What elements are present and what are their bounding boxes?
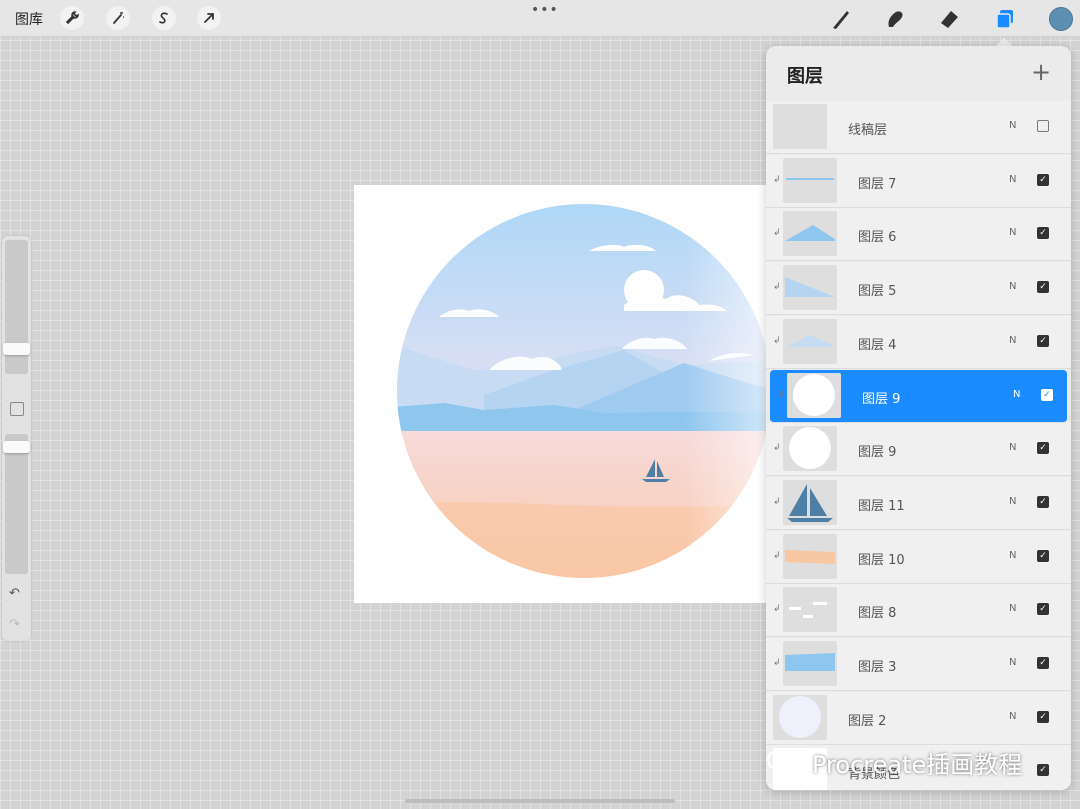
panel-title: 图层: [787, 66, 823, 87]
blend-mode-button[interactable]: N: [1009, 657, 1016, 668]
layer-row[interactable]: ↲ 图层 3 N ✓: [766, 638, 1071, 691]
layer-row[interactable]: ↲ 图层 5 N ✓: [766, 262, 1071, 316]
more-dots[interactable]: •••: [531, 2, 559, 18]
visibility-checkbox[interactable]: ✓: [1037, 227, 1049, 240]
layer-thumbnail[interactable]: [783, 211, 837, 257]
opacity-slider[interactable]: [5, 434, 28, 574]
layer-name: 图层 5: [858, 284, 897, 300]
gallery-button[interactable]: 图库: [15, 9, 43, 29]
blend-mode-button[interactable]: N: [1009, 174, 1016, 185]
blend-mode-button[interactable]: N: [1009, 496, 1016, 507]
layer-thumbnail[interactable]: [783, 479, 837, 525]
visibility-checkbox[interactable]: ✓: [1041, 388, 1053, 401]
blend-mode-button[interactable]: N: [1009, 711, 1016, 722]
blend-mode-button[interactable]: N: [1009, 442, 1016, 453]
undo-icon[interactable]: ↶: [9, 586, 20, 601]
visibility-checkbox[interactable]: ✓: [1037, 657, 1049, 669]
layer-thumbnail[interactable]: [783, 533, 837, 579]
layer-name: 图层 8: [858, 606, 897, 622]
layer-name: 图层 2: [848, 713, 887, 729]
magic-wand-icon[interactable]: [106, 6, 130, 30]
layer-name: 图层 9: [862, 391, 901, 407]
layer-row[interactable]: ↲ 图层 6 N ✓: [766, 208, 1071, 262]
blend-mode-button[interactable]: N: [1009, 335, 1016, 346]
wrench-icon[interactable]: [60, 6, 84, 30]
layers-icon[interactable]: [992, 6, 1018, 32]
clipping-mask-icon: ↲: [773, 443, 781, 454]
layer-thumbnail[interactable]: [783, 318, 837, 364]
layer-row[interactable]: ↲ 图层 7 N ✓: [766, 154, 1071, 208]
watermark-text: Procreate插画教程: [812, 750, 1023, 779]
clipping-mask-icon: ↲: [773, 282, 781, 293]
clipping-mask-icon: ↲: [773, 658, 781, 668]
redo-icon[interactable]: ↷: [9, 617, 20, 632]
visibility-checkbox[interactable]: ✓: [1037, 710, 1049, 723]
watermark: Procreate插画教程: [766, 744, 1022, 780]
layer-name: 图层 4: [858, 337, 897, 353]
top-toolbar: 图库 •••: [0, 0, 1080, 37]
visibility-checkbox[interactable]: ✓: [1037, 173, 1049, 186]
blend-mode-button[interactable]: N: [1009, 120, 1016, 131]
layer-name: 图层 10: [858, 552, 905, 568]
visibility-checkbox[interactable]: ✓: [1037, 495, 1049, 508]
eraser-icon[interactable]: [936, 6, 962, 32]
clipping-mask-icon: ↲: [773, 335, 781, 346]
layer-thumbnail[interactable]: [773, 104, 827, 149]
visibility-checkbox[interactable]: ✓: [1037, 281, 1049, 294]
clipping-mask-icon: ↲: [773, 228, 781, 239]
side-toolbar: ↶ ↷: [2, 236, 31, 641]
layer-row[interactable]: ↲ 图层 10 N ✓: [766, 530, 1071, 584]
layer-name: 图层 9: [858, 445, 897, 461]
layer-row[interactable]: ↲ 图层 9 N ✓: [766, 423, 1071, 477]
layer-row[interactable]: ↲ 图层 11 N ✓: [766, 476, 1071, 530]
layers-panel: 图层 + 线稿层 N ↲ 图层 7 N ✓ ↲ 图层 6 N ✓ ↲ 图层 5 N ✓ ↲ 图层 4 N ✓ ↲ 图层…: [766, 46, 1071, 790]
brush-icon[interactable]: [828, 6, 854, 32]
modify-button[interactable]: [10, 402, 24, 416]
add-layer-button[interactable]: +: [1031, 58, 1051, 86]
layer-name: 图层 11: [858, 498, 905, 514]
visibility-checkbox[interactable]: ✓: [1037, 603, 1049, 616]
layer-thumbnail[interactable]: [783, 157, 837, 203]
blend-mode-button[interactable]: N: [1009, 227, 1016, 238]
clipping-mask-icon: ↲: [773, 174, 781, 185]
layer-thumbnail[interactable]: [783, 641, 837, 686]
blend-mode-button[interactable]: N: [1013, 389, 1020, 400]
color-picker-swatch[interactable]: [1049, 7, 1073, 31]
layer-name: 图层 7: [858, 176, 897, 192]
visibility-checkbox[interactable]: ✓: [1037, 549, 1049, 562]
layer-thumbnail[interactable]: [787, 372, 841, 418]
layer-row[interactable]: ↲ 图层 8 N ✓: [766, 584, 1071, 638]
wechat-icon: [766, 747, 806, 777]
selection-s-icon[interactable]: [152, 6, 176, 30]
layer-thumbnail[interactable]: [783, 265, 837, 311]
clipping-mask-icon: ↲: [773, 550, 781, 561]
blend-mode-button[interactable]: N: [1009, 603, 1016, 614]
layer-thumbnail[interactable]: [783, 426, 837, 472]
layer-thumbnail[interactable]: [773, 694, 827, 740]
clipping-mask-icon: ↲: [773, 604, 781, 615]
layer-name: 线稿层: [848, 123, 888, 138]
layer-thumbnail[interactable]: [783, 587, 837, 633]
transform-arrow-icon[interactable]: [197, 6, 221, 30]
visibility-checkbox[interactable]: ✓: [1037, 764, 1049, 777]
smudge-icon[interactable]: [882, 6, 908, 32]
layer-row[interactable]: 图层 2 N ✓: [766, 691, 1071, 745]
blend-mode-button[interactable]: N: [1009, 281, 1016, 292]
layer-name: 图层 6: [858, 230, 897, 246]
visibility-checkbox[interactable]: [1037, 120, 1049, 132]
layer-name: 图层 3: [858, 660, 897, 675]
layer-row[interactable]: 线稿层 N: [766, 101, 1071, 154]
blend-mode-button[interactable]: N: [1009, 550, 1016, 561]
brush-size-thumb[interactable]: [3, 343, 30, 355]
visibility-checkbox[interactable]: ✓: [1037, 334, 1049, 347]
clipping-mask-icon: ↲: [773, 496, 781, 507]
home-indicator: [405, 799, 675, 803]
visibility-checkbox[interactable]: ✓: [1037, 442, 1049, 455]
layer-row[interactable]: ↲ 图层 9 N ✓: [770, 369, 1067, 423]
clipping-mask-icon: ↲: [777, 389, 785, 400]
opacity-thumb[interactable]: [3, 441, 30, 453]
layer-row[interactable]: ↲ 图层 4 N ✓: [766, 315, 1071, 369]
